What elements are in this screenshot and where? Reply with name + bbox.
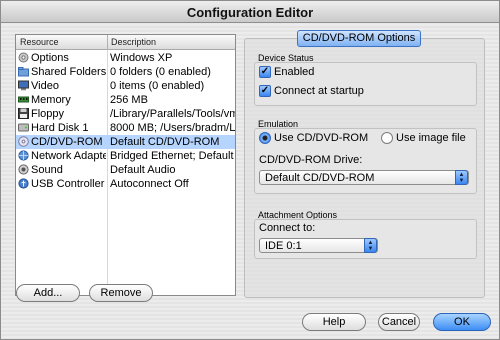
window-title: Configuration Editor (186, 5, 314, 20)
remove-button[interactable]: Remove (89, 284, 153, 302)
table-row-sound[interactable]: Sound Default Audio (16, 163, 235, 177)
network-adapter-icon (18, 150, 29, 161)
memory-icon (18, 96, 29, 103)
connect-to-label: Connect to: (259, 222, 316, 234)
row-resource: Hard Disk 1 (31, 122, 89, 134)
row-resource: Network Adapter (31, 150, 106, 162)
sound-icon (18, 164, 29, 175)
use-cd-dvd-rom-radio[interactable] (259, 132, 271, 144)
floppy-icon (18, 108, 29, 119)
connect-to-value: IDE 0:1 (265, 240, 302, 252)
video-icon (18, 80, 29, 91)
cd-dvd-rom-drive-value: Default CD/DVD-ROM (265, 172, 375, 184)
use-image-file-label: Use image file (396, 132, 466, 144)
hard-disk-icon (18, 123, 29, 132)
row-description: /Library/Parallels/Tools/vm (110, 108, 236, 120)
row-resource: USB Controller (31, 178, 105, 190)
table-row-shared-folders[interactable]: Shared Folders 0 folders (0 enabled) (16, 65, 235, 79)
row-description: Bridged Ethernet; Default Ac (110, 150, 236, 162)
table-row-memory[interactable]: Memory 256 MB (16, 93, 235, 107)
row-resource: Options (31, 52, 69, 64)
cd-dvd-rom-drive-select[interactable]: Default CD/DVD-ROM ▲ ▼ (259, 170, 469, 185)
table-row-hard-disk[interactable]: Hard Disk 1 8000 MB; /Users/bradm/Lib (16, 121, 235, 135)
options-icon (18, 52, 29, 63)
row-resource: Memory (31, 94, 71, 106)
usb-icon (18, 178, 29, 189)
table-row-video[interactable]: Video 0 items (0 enabled) (16, 79, 235, 93)
select-arrows-icon: ▲ ▼ (364, 238, 377, 253)
table-header: Resource Description (16, 35, 235, 50)
row-description: 0 items (0 enabled) (110, 80, 205, 92)
help-button[interactable]: Help (302, 313, 366, 331)
tab-cd-dvd-rom-options[interactable]: CD/DVD-ROM Options (297, 30, 421, 47)
column-divider[interactable] (107, 35, 108, 50)
row-resource: Floppy (31, 108, 65, 120)
row-resource: Video (31, 80, 59, 92)
row-resource: Shared Folders (31, 66, 106, 78)
row-description: 0 folders (0 enabled) (110, 66, 211, 78)
select-arrows-icon: ▲ ▼ (455, 170, 468, 185)
resource-table: Resource Description Options Windows XP … (15, 34, 236, 296)
row-description: Windows XP (110, 52, 173, 64)
shared-folders-icon (18, 67, 29, 77)
table-row-floppy[interactable]: Floppy /Library/Parallels/Tools/vm (16, 107, 235, 121)
add-button[interactable]: Add... (16, 284, 80, 302)
connect-to-select[interactable]: IDE 0:1 ▲ ▼ (259, 238, 378, 253)
row-description: Default CD/DVD-ROM (110, 136, 220, 148)
cancel-button[interactable]: Cancel (378, 313, 420, 331)
table-row-network-adapter[interactable]: Network Adapter Bridged Ethernet; Defaul… (16, 149, 235, 163)
title-bar[interactable]: Configuration Editor (1, 1, 499, 23)
row-description: 8000 MB; /Users/bradm/Lib (110, 122, 236, 134)
cd-dvd-icon (18, 136, 29, 147)
enabled-label: Enabled (274, 66, 315, 78)
table-row-cd-dvd-rom[interactable]: CD/DVD-ROM 1 Default CD/DVD-ROM (16, 135, 235, 149)
ok-button[interactable]: OK (433, 313, 491, 331)
table-row-usb-controller[interactable]: USB Controller Autoconnect Off (16, 177, 235, 191)
row-description: Default Audio (110, 164, 176, 176)
row-resource: Sound (31, 164, 63, 176)
use-image-file-radio[interactable] (381, 132, 393, 144)
window-content: Resource Description Options Windows XP … (1, 24, 499, 339)
column-header-description[interactable]: Description (111, 37, 156, 47)
enabled-checkbox[interactable]: ✓ (259, 66, 271, 78)
connect-at-startup-label: Connect at startup (274, 85, 364, 97)
row-resource: CD/DVD-ROM 1 (31, 136, 106, 148)
row-description: 256 MB (110, 94, 148, 106)
use-cd-dvd-rom-label: Use CD/DVD-ROM (274, 132, 369, 144)
row-description: Autoconnect Off (110, 178, 189, 190)
configuration-editor-window: Configuration Editor Resource Descriptio… (0, 0, 500, 340)
cd-dvd-rom-drive-label: CD/DVD-ROM Drive: (259, 154, 363, 166)
column-header-resource[interactable]: Resource (20, 37, 59, 47)
connect-at-startup-checkbox[interactable]: ✓ (259, 85, 271, 97)
table-row-options[interactable]: Options Windows XP (16, 51, 235, 65)
